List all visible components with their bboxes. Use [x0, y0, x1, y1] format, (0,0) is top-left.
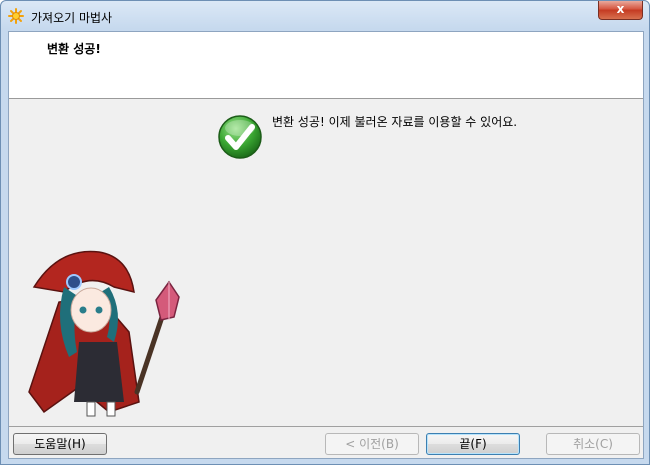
- header-panel: 변환 성공!: [9, 32, 643, 99]
- page-title: 변환 성공!: [47, 42, 101, 56]
- back-button[interactable]: < 이전(B): [325, 433, 419, 455]
- finish-button[interactable]: 끝(F): [426, 433, 520, 455]
- success-message: 변환 성공! 이제 불러온 자료를 이용할 수 있어요.: [272, 115, 518, 129]
- window-title: 가져오기 마법사: [31, 11, 113, 25]
- sun-icon: [8, 8, 24, 24]
- wizard-girl-illustration: [28, 250, 180, 417]
- title-bar[interactable]: 가져오기 마법사 x: [1, 1, 649, 31]
- help-button[interactable]: 도움말(H): [13, 433, 107, 455]
- footer-divider: [9, 426, 643, 427]
- cancel-button[interactable]: 취소(C): [546, 433, 640, 455]
- green-check-icon: [218, 115, 262, 159]
- close-button[interactable]: x: [598, 1, 643, 20]
- wizard-client-area: 변환 성공! 변환 성공! 이제 불러온 자료를 이용할 수 있어요. 도움말(…: [8, 31, 644, 459]
- wizard-window: 가져오기 마법사 x 변환 성공! 변환 성공! 이제 불러온 자료를 이용할 …: [0, 0, 650, 465]
